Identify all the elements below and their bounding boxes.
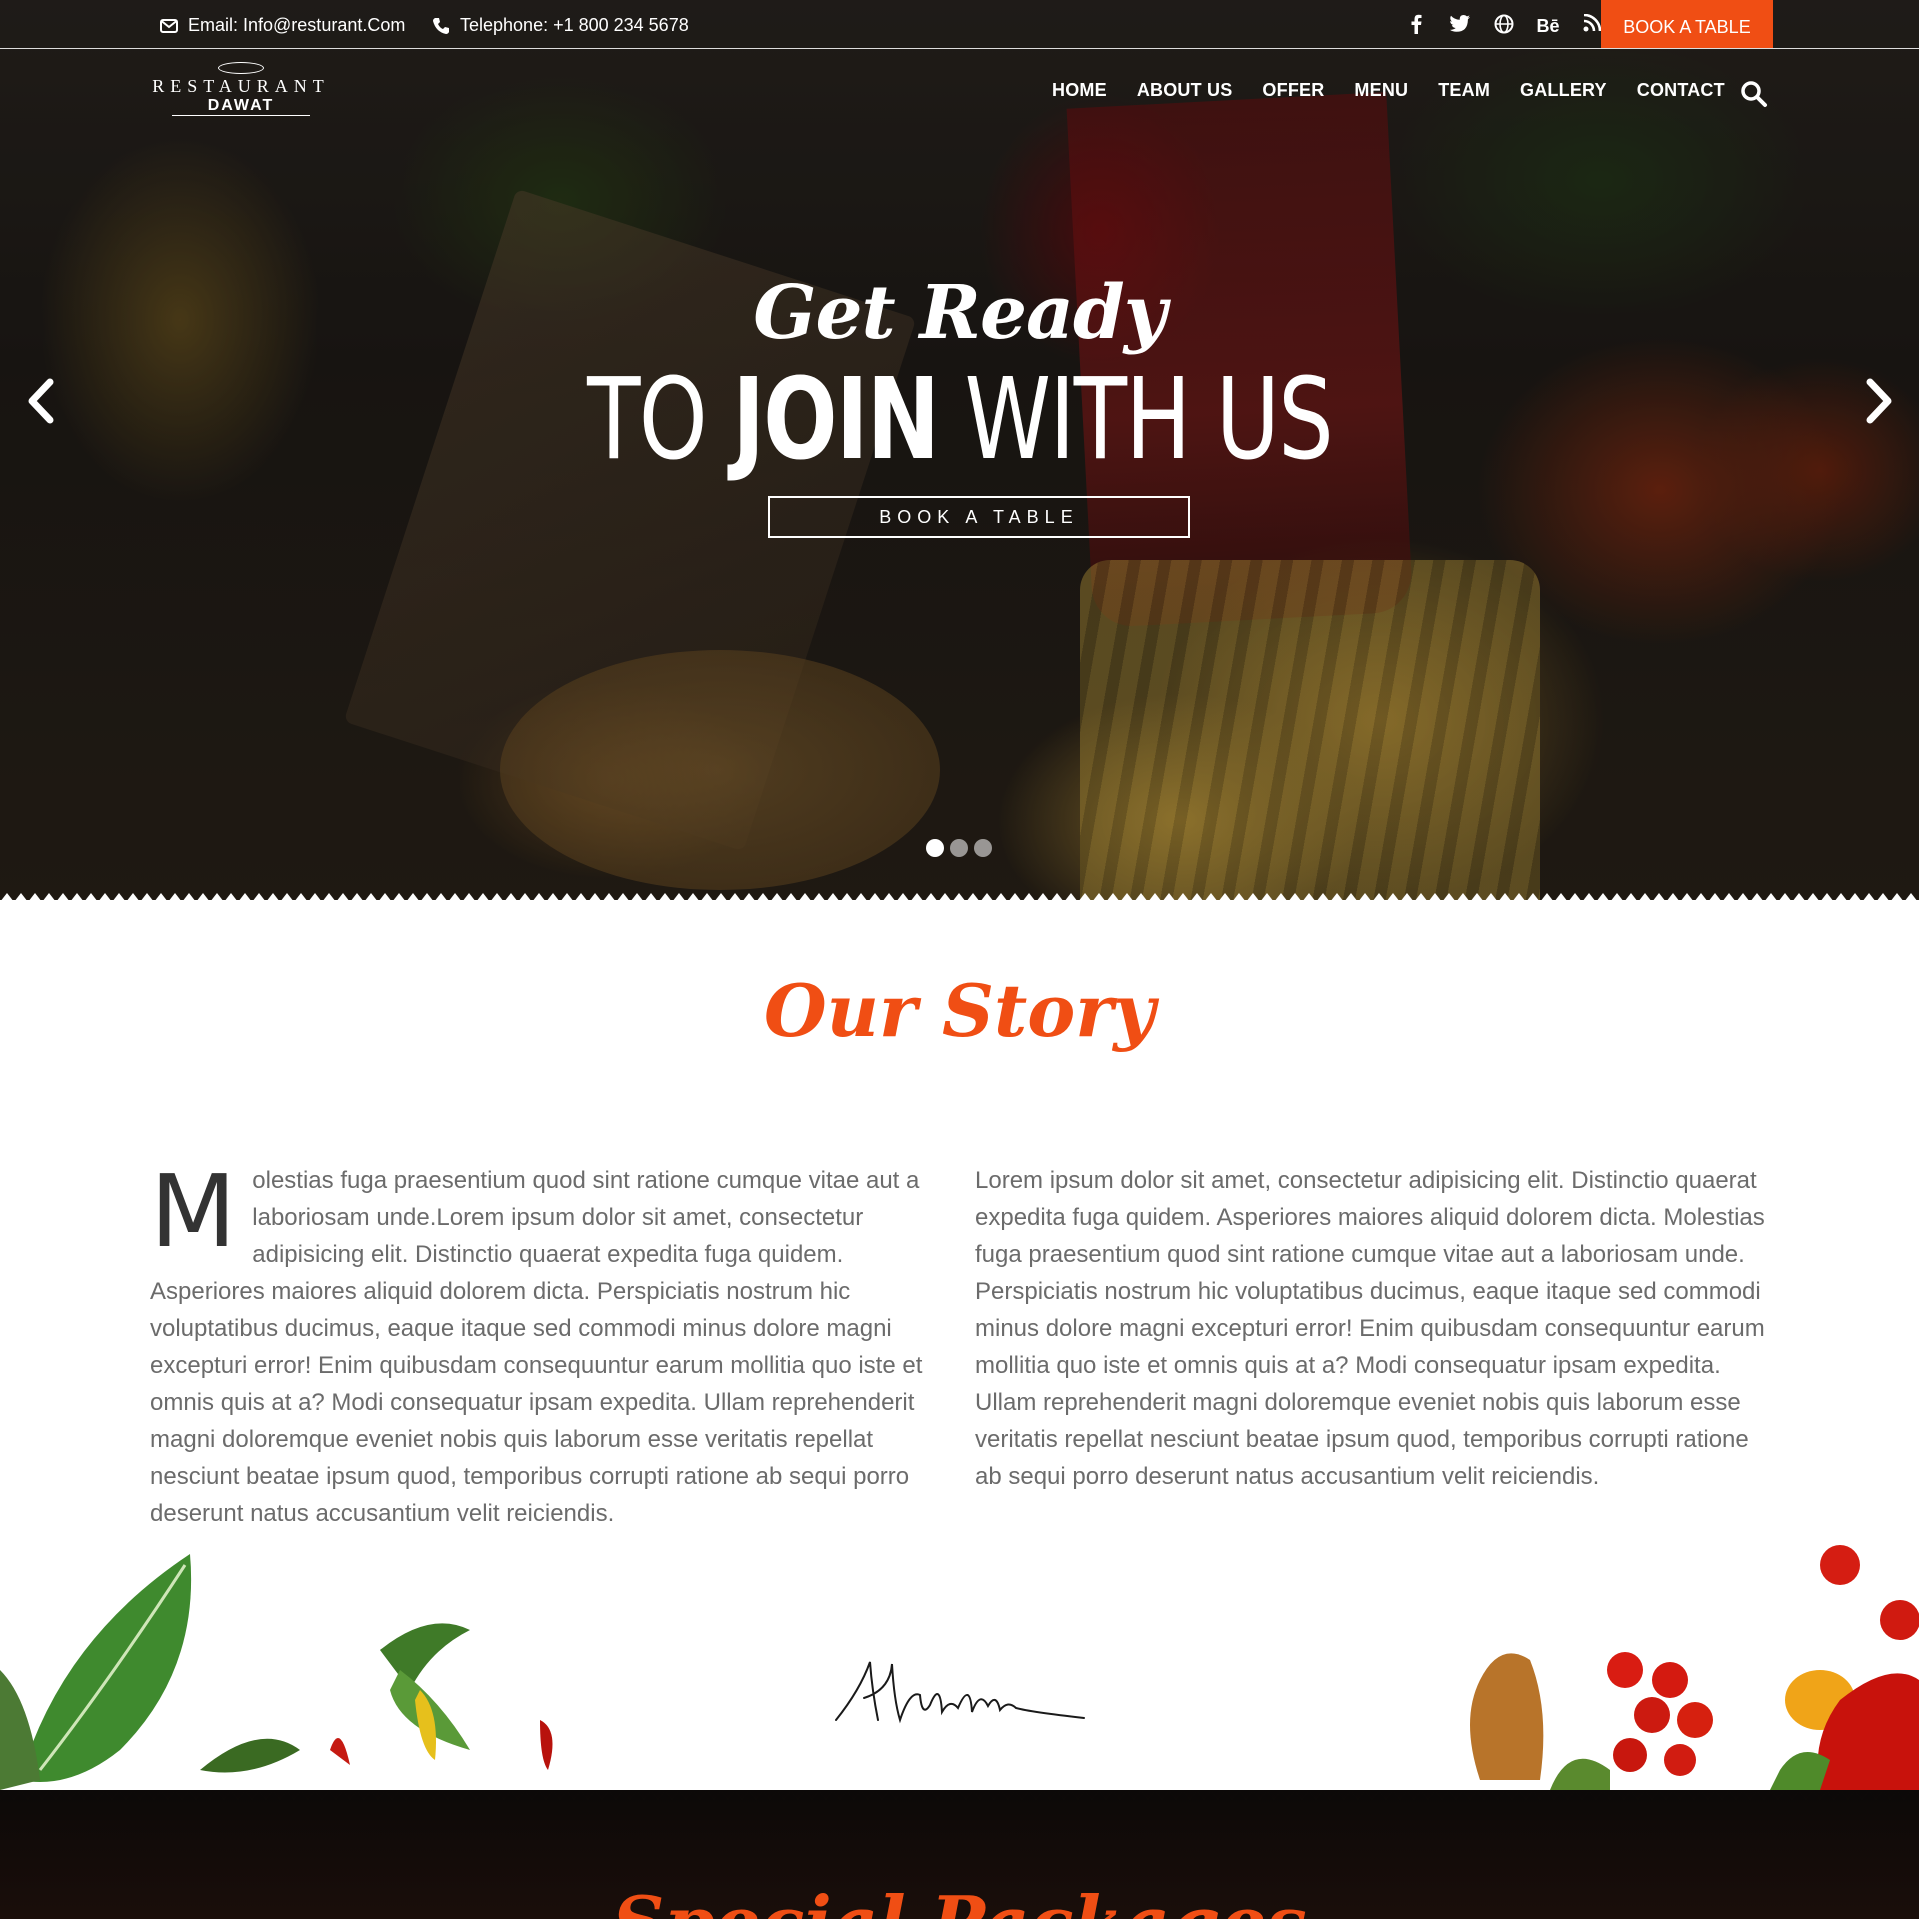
story-dropcap: M xyxy=(150,1153,237,1270)
hero-script-heading: Get Ready xyxy=(753,270,1167,356)
facebook-icon[interactable] xyxy=(1394,14,1438,38)
email-text: Email: Info@resturant.Com xyxy=(188,15,406,35)
nav-item-menu[interactable]: MENU xyxy=(1354,80,1408,101)
logo-line-2: DAWAT xyxy=(171,97,311,116)
hero-zigzag-divider xyxy=(0,888,1919,902)
story-zigzag-divider xyxy=(0,1786,1919,1800)
hero-main-heading: TO JOIN WITH US xyxy=(211,355,1708,485)
envelope-icon xyxy=(160,18,178,33)
hero-heading-bold: JOIN xyxy=(732,355,940,485)
vegetables-left-image xyxy=(0,1554,553,1790)
top-bar: Email: Info@resturant.Com Telephone: +1 … xyxy=(0,0,1919,49)
nav-item-home[interactable]: HOME xyxy=(1052,80,1107,101)
social-links: Bē xyxy=(1394,13,1614,38)
nav-item-gallery[interactable]: GALLERY xyxy=(1520,80,1607,101)
phone-text: Telephone: +1 800 234 5678 xyxy=(460,15,689,35)
main-nav: HOME ABOUT US OFFER MENU TEAM GALLERY CO… xyxy=(1052,80,1755,101)
our-story-title: Our Story xyxy=(763,968,1156,1053)
slider-prev-chevron-left-icon[interactable] xyxy=(24,378,58,429)
hero-slider: Email: Info@resturant.Com Telephone: +1 … xyxy=(0,0,1919,900)
nav-item-contact[interactable]: CONTACT xyxy=(1637,80,1725,101)
hero-heading-prefix: TO xyxy=(587,355,733,485)
nav-item-offer[interactable]: OFFER xyxy=(1262,80,1324,101)
vegetables-right-image xyxy=(1470,1545,1919,1790)
story-column-right: Lorem ipsum dolor sit amet, consectetur … xyxy=(975,1162,1775,1495)
phone-icon xyxy=(433,17,449,34)
behance-icon[interactable]: Bē xyxy=(1526,14,1570,38)
signature-image xyxy=(835,1661,1085,1724)
restaurant-logo[interactable]: RESTAURANT DAWAT xyxy=(146,60,336,116)
hero-background-fries xyxy=(1080,560,1540,900)
twitter-icon[interactable] xyxy=(1438,14,1482,38)
story-right-text: Lorem ipsum dolor sit amet, consectetur … xyxy=(975,1167,1765,1490)
slider-next-chevron-right-icon[interactable] xyxy=(1862,378,1896,429)
special-packages-title: Special Packages xyxy=(0,1880,1919,1919)
hero-background-pizza xyxy=(500,650,940,890)
nav-item-team[interactable]: TEAM xyxy=(1438,80,1490,101)
slider-dot[interactable] xyxy=(926,839,944,857)
hero-heading-suffix: WITH US xyxy=(938,355,1334,485)
book-table-top-button[interactable]: BOOK A TABLE xyxy=(1601,0,1773,48)
slider-dot[interactable] xyxy=(974,839,992,857)
search-icon[interactable] xyxy=(1740,80,1768,113)
hero-book-table-button[interactable]: BOOK A TABLE xyxy=(768,496,1190,538)
story-column-left: Molestias fuga praesentium quod sint rat… xyxy=(150,1162,935,1532)
slider-dots xyxy=(926,839,992,857)
contact-email[interactable]: Email: Info@resturant.Com xyxy=(160,15,405,36)
slider-dot[interactable] xyxy=(950,839,968,857)
globe-icon[interactable] xyxy=(1482,14,1526,38)
logo-ornament-icon xyxy=(218,62,264,74)
logo-line-1: RESTAURANT xyxy=(152,76,330,96)
contact-phone[interactable]: Telephone: +1 800 234 5678 xyxy=(432,15,689,36)
nav-item-about-us[interactable]: ABOUT US xyxy=(1137,80,1233,101)
story-left-text: olestias fuga praesentium quod sint rati… xyxy=(150,1167,923,1527)
